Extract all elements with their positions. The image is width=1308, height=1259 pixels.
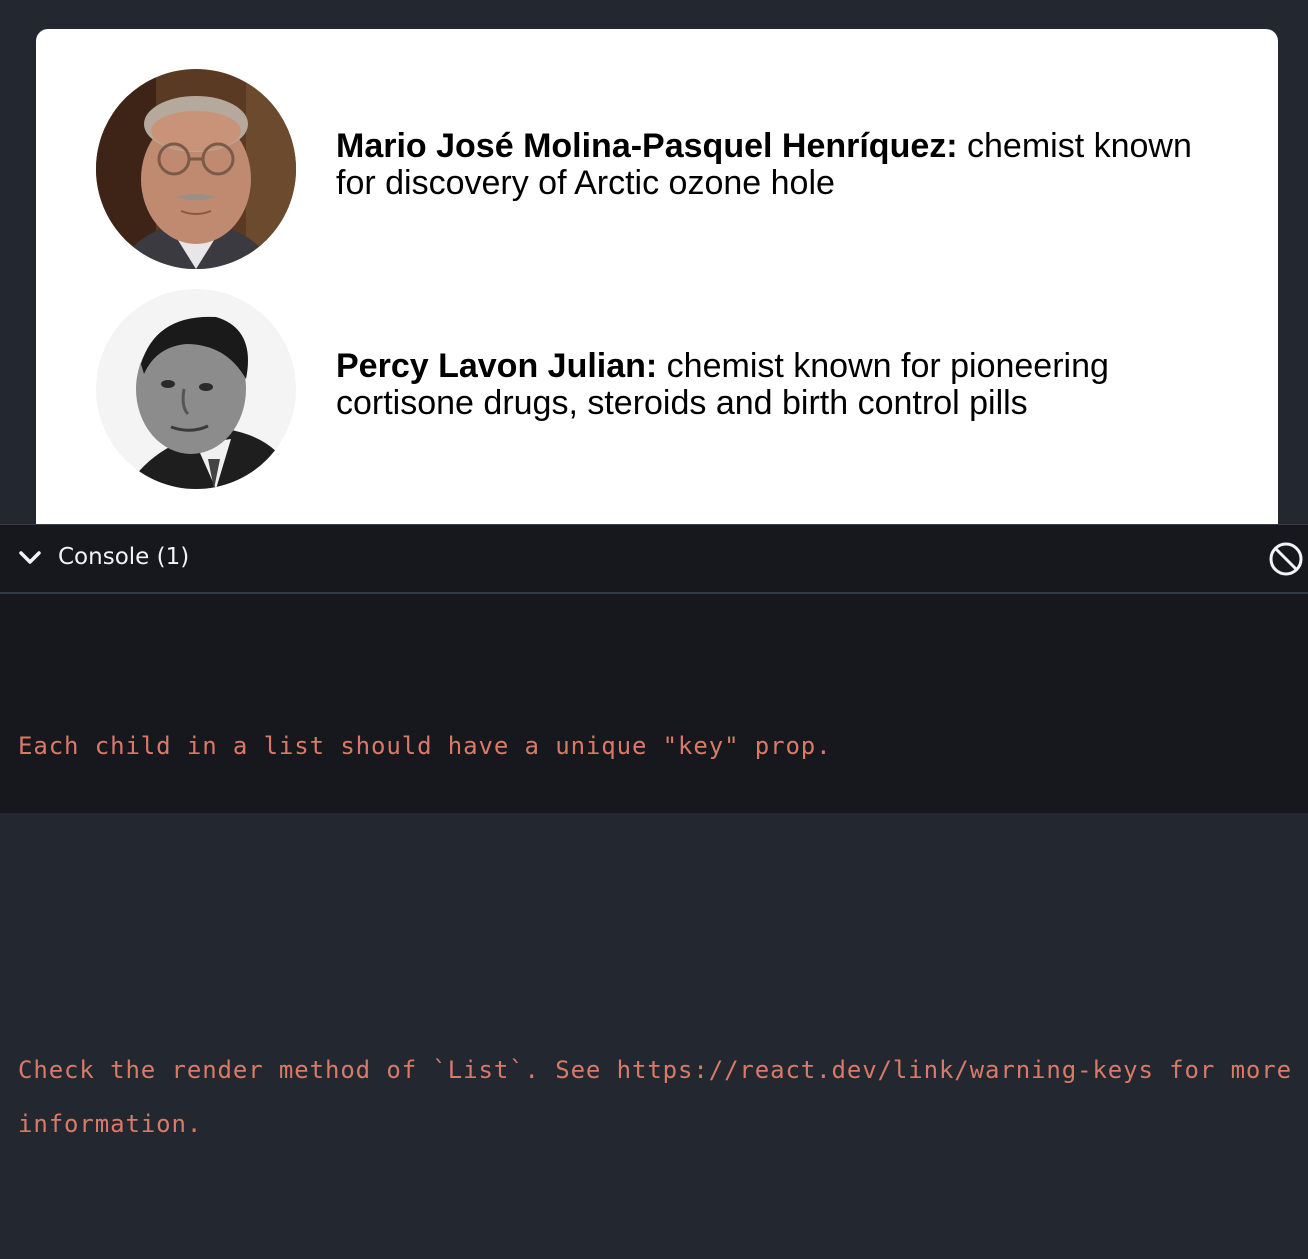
person-bio: Percy Lavon Julian: chemist known for pi… [336,348,1196,422]
list-item: Mario José Molina-Pasquel Henríquez: che… [96,69,1236,269]
avatar [96,289,296,489]
person-name: Percy Lavon Julian: [336,347,658,385]
console-message-line: Check the render method of `List`. See h… [18,1056,1308,1138]
console-header[interactable]: Console (1) [0,525,1308,594]
preview-pane: Mario José Molina-Pasquel Henríquez: che… [36,29,1278,524]
list-item: Percy Lavon Julian: chemist known for pi… [96,289,1236,489]
console-error-message: Each child in a list should have a uniqu… [18,611,1308,1259]
console-title: Console (1) [58,544,190,570]
portrait-photo [96,69,296,269]
portrait-photo [96,289,296,489]
avatar [96,69,296,269]
person-bio: Mario José Molina-Pasquel Henríquez: che… [336,128,1196,202]
person-name: Mario José Molina-Pasquel Henríquez: [336,127,958,165]
console-panel: Console (1) Each child in a list should … [0,524,1308,1138]
console-message-line: Each child in a list should have a uniqu… [18,732,832,760]
chevron-down-icon[interactable] [18,548,42,568]
clear-console-icon[interactable] [1268,541,1304,577]
